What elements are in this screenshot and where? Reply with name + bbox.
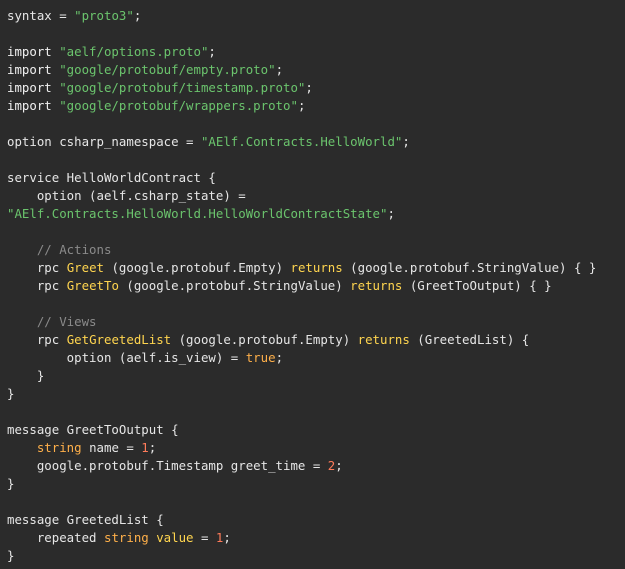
code-token-keyword: import xyxy=(7,62,60,77)
code-token-string: "aelf/options.proto" xyxy=(59,44,209,59)
code-token-plain: (google.protobuf.StringValue) { } xyxy=(342,260,597,275)
code-editor: syntax = "proto3"; import "aelf/options.p… xyxy=(0,0,625,569)
code-token-plain: syntax = xyxy=(7,8,75,23)
code-line: "AElf.Contracts.HelloWorld.HelloWorldCon… xyxy=(7,205,625,223)
code-token-plain: } xyxy=(7,548,15,563)
code-token-plain: (GreetedList) { xyxy=(409,332,530,347)
code-token-string: "AElf.Contracts.HelloWorld" xyxy=(200,134,403,149)
code-token-keyword: import xyxy=(7,44,60,59)
code-token-type: string xyxy=(103,530,149,545)
code-line: rpc GreetTo (google.protobuf.StringValue… xyxy=(7,277,625,295)
code-token-field: value xyxy=(156,530,194,545)
code-token-func: Greet xyxy=(66,260,104,275)
code-token-plain: rpc xyxy=(7,260,67,275)
code-line: string name = 1; xyxy=(7,439,625,457)
code-line: } xyxy=(7,367,625,385)
code-token-punct: ; xyxy=(133,8,142,23)
code-token-punct: ; xyxy=(148,440,157,455)
code-token-plain: (GreetToOutput) { } xyxy=(402,278,552,293)
code-line: import "google/protobuf/timestamp.proto"… xyxy=(7,79,625,97)
code-token-plain: google.protobuf.Timestamp greet_time = xyxy=(7,458,328,473)
code-token-number: 1 xyxy=(141,440,149,455)
code-token-plain: rpc xyxy=(7,278,67,293)
code-token-plain: } xyxy=(7,386,15,401)
code-token-string: "google/protobuf/timestamp.proto" xyxy=(59,80,306,95)
code-token-string: "proto3" xyxy=(74,8,134,23)
code-token-plain: message GreetedList { xyxy=(7,512,164,527)
code-token-punct: ; xyxy=(305,80,313,95)
code-token-plain: } xyxy=(7,476,15,491)
code-line: import "google/protobuf/wrappers.proto"; xyxy=(7,97,625,115)
code-token-keyword: import xyxy=(7,98,60,113)
code-token-type: string xyxy=(36,440,82,455)
code-line: syntax = "proto3"; xyxy=(7,7,625,25)
code-line: } xyxy=(7,385,625,403)
code-token-punct: ; xyxy=(387,206,395,221)
code-line: rpc Greet (google.protobuf.Empty) return… xyxy=(7,259,625,277)
code-token-plain: option csharp_namespace = xyxy=(7,134,201,149)
code-line: option (aelf.csharp_state) = xyxy=(7,187,625,205)
code-token-punct: ; xyxy=(275,62,284,77)
code-token-plain: message GreetToOutput { xyxy=(7,422,179,437)
code-token-punct: ; xyxy=(275,350,284,365)
code-line: } xyxy=(7,547,625,565)
code-line: // Actions xyxy=(7,241,625,259)
code-token-plain: option (aelf.csharp_state) = xyxy=(7,188,246,203)
code-token-plain: = xyxy=(193,530,216,545)
code-token-keyword: import xyxy=(7,80,60,95)
code-token-func: GetGreetedList xyxy=(66,332,172,347)
code-token-string: "google/protobuf/empty.proto" xyxy=(59,62,276,77)
code-token-plain: (google.protobuf.Empty) xyxy=(171,332,358,347)
code-line: // Views xyxy=(7,313,625,331)
code-token-string: "google/protobuf/wrappers.proto" xyxy=(59,98,298,113)
code-token-plain: (google.protobuf.StringValue) xyxy=(118,278,351,293)
code-line: message GreetedList { xyxy=(7,511,625,529)
code-token-plain: (google.protobuf.Empty) xyxy=(104,260,291,275)
code-line: import "aelf/options.proto"; xyxy=(7,43,625,61)
code-line: service HelloWorldContract { xyxy=(7,169,625,187)
code-token-plain: name = xyxy=(81,440,142,455)
code-line: message GreetToOutput { xyxy=(7,421,625,439)
code-line: } xyxy=(7,475,625,493)
code-token-punct: ; xyxy=(335,458,343,473)
code-token-bool: true xyxy=(245,350,276,365)
code-token-func: GreetTo xyxy=(66,278,119,293)
code-token-func: returns xyxy=(357,332,410,347)
code-line: option (aelf.is_view) = true; xyxy=(7,349,625,367)
code-token-string: "AElf.Contracts.HelloWorld.HelloWorldCon… xyxy=(7,206,388,221)
code-token-func: returns xyxy=(350,278,403,293)
code-token-punct: ; xyxy=(297,98,306,113)
code-line: google.protobuf.Timestamp greet_time = 2… xyxy=(7,457,625,475)
code-token-plain: service HelloWorldContract { xyxy=(7,170,216,185)
code-line: repeated string value = 1; xyxy=(7,529,625,547)
code-token-punct: ; xyxy=(223,530,231,545)
code-token-plain: option (aelf.is_view) = xyxy=(7,350,246,365)
code-token-punct: ; xyxy=(402,134,410,149)
code-token-comment: // Actions xyxy=(36,242,112,257)
code-token-func: returns xyxy=(290,260,343,275)
code-line: rpc GetGreetedList (google.protobuf.Empt… xyxy=(7,331,625,349)
code-token-plain: } xyxy=(7,368,45,383)
code-token-plain: repeated xyxy=(7,530,104,545)
code-line: option csharp_namespace = "AElf.Contract… xyxy=(7,133,625,151)
code-line: import "google/protobuf/empty.proto"; xyxy=(7,61,625,79)
code-token-comment: // Views xyxy=(36,314,97,329)
code-token-punct: ; xyxy=(208,44,216,59)
code-token-plain: rpc xyxy=(7,332,67,347)
